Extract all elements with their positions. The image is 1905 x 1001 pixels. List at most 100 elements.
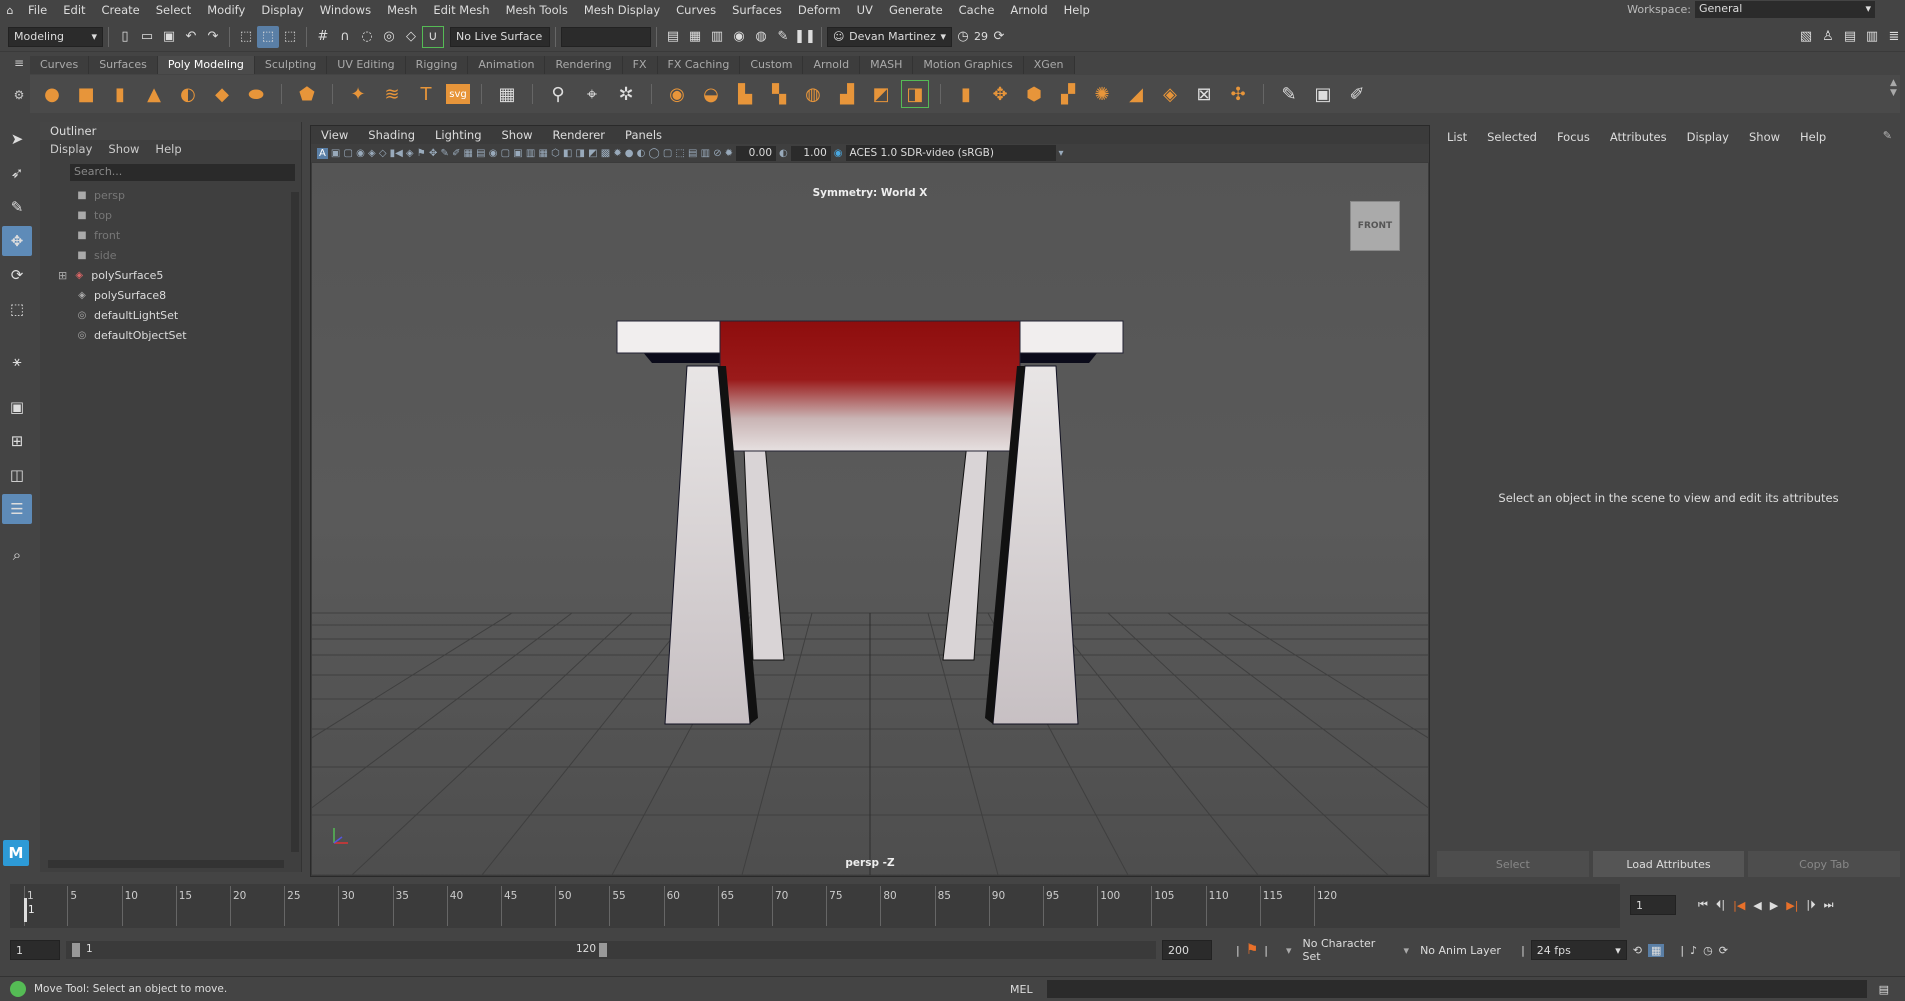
- shelf-tab-fx[interactable]: FX: [622, 56, 658, 74]
- chevron-down-icon[interactable]: ▾: [1059, 148, 1064, 159]
- view-cube[interactable]: FRONT: [1350, 201, 1400, 251]
- camera-attributes-icon[interactable]: ▣ ▢ ◉ ◈ ◇: [331, 148, 387, 159]
- menu-mesh-display[interactable]: Mesh Display: [576, 3, 668, 17]
- color-management-icon[interactable]: ◉: [834, 148, 843, 159]
- maya-home-icon[interactable]: ⌂: [0, 4, 20, 17]
- outliner-search-input[interactable]: Search...: [70, 164, 295, 181]
- menu-curves[interactable]: Curves: [668, 3, 724, 17]
- step-forward-icon[interactable]: |⏵: [1806, 898, 1815, 912]
- render-frame-icon[interactable]: ▦: [684, 26, 706, 48]
- lighting-icon[interactable]: ● ◐ ◯ ▢: [625, 148, 673, 159]
- undo-icon[interactable]: ↶: [180, 26, 202, 48]
- attribute-menu-show[interactable]: Show: [1749, 130, 1780, 144]
- poly-sphere-icon[interactable]: ●: [38, 80, 66, 108]
- outliner-item[interactable]: ■ persp: [40, 185, 301, 205]
- outliner-item[interactable]: ◈ polySurface8: [40, 285, 301, 305]
- combine-icon[interactable]: ▙: [731, 80, 759, 108]
- 3d-viewport[interactable]: Symmetry: World X FRONT persp -Z: [312, 163, 1428, 875]
- viewport-menu-lighting[interactable]: Lighting: [435, 128, 481, 142]
- last-tool-icon[interactable]: ⚹: [2, 346, 32, 376]
- outliner-item[interactable]: ■ top: [40, 205, 301, 225]
- mirror-geometry-icon[interactable]: ◨: [901, 80, 929, 108]
- select-hierarchy-icon[interactable]: ⬚: [235, 26, 257, 48]
- shelf-menu-handle[interactable]: ≡ ⚙: [8, 56, 30, 113]
- isolate-icon[interactable]: ⬚ ▤ ▥ ⊘: [675, 148, 721, 159]
- menu-file[interactable]: File: [20, 3, 55, 17]
- outliner-menu-show[interactable]: Show: [108, 142, 139, 156]
- menu-arnold[interactable]: Arnold: [1002, 3, 1055, 17]
- character-controls-icon[interactable]: ♙: [1817, 26, 1839, 48]
- separate-icon[interactable]: ▚: [765, 80, 793, 108]
- outliner-scrollbar[interactable]: [291, 192, 299, 852]
- menu-edit-mesh[interactable]: Edit Mesh: [425, 3, 497, 17]
- load-attributes-button[interactable]: Load Attributes: [1592, 851, 1745, 877]
- color-space-dropdown[interactable]: ACES 1.0 SDR-video (sRGB): [845, 145, 1056, 161]
- input-field[interactable]: [561, 26, 651, 47]
- sweep-mesh-icon[interactable]: ≋: [378, 80, 406, 108]
- shelf-tab-uv-editing[interactable]: UV Editing: [327, 56, 406, 74]
- smooth-icon[interactable]: ◉: [663, 80, 691, 108]
- menu-deform[interactable]: Deform: [790, 3, 849, 17]
- attribute-editor-toggle-icon[interactable]: ▤: [1839, 26, 1861, 48]
- command-input[interactable]: [1046, 980, 1867, 998]
- shelf-tab-fx-caching[interactable]: FX Caching: [657, 56, 741, 74]
- attribute-menu-display[interactable]: Display: [1687, 130, 1729, 144]
- step-forward-key-icon[interactable]: ▶|: [1786, 899, 1798, 912]
- fps-dropdown[interactable]: 24 fps ▾: [1530, 940, 1627, 960]
- gamma-field[interactable]: 1.00: [790, 145, 831, 161]
- attribute-menu-attributes[interactable]: Attributes: [1610, 130, 1667, 144]
- menu-edit[interactable]: Edit: [55, 3, 93, 17]
- shelf-scroll-arrows[interactable]: ▲ ▼: [1890, 78, 1897, 98]
- go-to-end-icon[interactable]: ⏭: [1824, 898, 1834, 912]
- select-tool-icon[interactable]: ➤: [2, 124, 32, 154]
- shelf-tab-arnold[interactable]: Arnold: [803, 56, 861, 74]
- paint-select-icon[interactable]: ✎: [2, 192, 32, 222]
- new-scene-icon[interactable]: ▯: [114, 26, 136, 48]
- clock-icon[interactable]: ◷: [952, 26, 974, 48]
- viewport-menu-shading[interactable]: Shading: [368, 128, 415, 142]
- bevel-edge-icon[interactable]: ▞: [1054, 80, 1082, 108]
- select-component-icon[interactable]: ⬚: [279, 26, 301, 48]
- auto-key-icon[interactable]: |: [1236, 944, 1240, 957]
- shelf-tab-sculpting[interactable]: Sculpting: [254, 56, 328, 74]
- poke-icon[interactable]: ✺: [1088, 80, 1116, 108]
- arnold-render-icon[interactable]: ✎: [772, 26, 794, 48]
- current-frame-field[interactable]: 1: [1630, 895, 1676, 915]
- reduce-icon[interactable]: ◒: [697, 80, 725, 108]
- cache-playback-icon[interactable]: ▦: [1648, 943, 1665, 957]
- mirror-icon[interactable]: ⚲: [544, 80, 572, 108]
- keyframe-icon[interactable]: ⚑: [1246, 942, 1259, 958]
- shelf-tab-xgen[interactable]: XGen: [1023, 56, 1075, 74]
- attribute-menu-list[interactable]: List: [1447, 130, 1467, 144]
- snap-together-icon[interactable]: ✲: [612, 80, 640, 108]
- play-forward-icon[interactable]: ▶: [1770, 899, 1778, 912]
- tool-settings-icon[interactable]: ▥: [1861, 26, 1883, 48]
- render-view-icon[interactable]: ▤: [662, 26, 684, 48]
- loop-icon[interactable]: ⟲: [1633, 944, 1642, 957]
- menu-create[interactable]: Create: [94, 3, 148, 17]
- wireframe-icon[interactable]: ⬡ ◧ ◨ ◩ ▩ ✹: [551, 148, 622, 159]
- script-language-label[interactable]: MEL: [1010, 983, 1033, 996]
- outliner-item[interactable]: ◎ defaultLightSet: [40, 305, 301, 325]
- shelf-tab-custom[interactable]: Custom: [740, 56, 804, 74]
- exposure-icon[interactable]: ✹: [725, 148, 733, 159]
- outliner-layout-icon[interactable]: ☰: [2, 494, 32, 524]
- open-scene-icon[interactable]: ▭: [136, 26, 158, 48]
- save-scene-icon[interactable]: ▣: [158, 26, 180, 48]
- shelf-tab-poly-modeling[interactable]: Poly Modeling: [157, 56, 255, 74]
- expand-icon[interactable]: ⊞: [58, 269, 67, 282]
- ipr-render-icon[interactable]: ▥: [706, 26, 728, 48]
- quad-draw-icon[interactable]: ✐: [1343, 80, 1371, 108]
- svg-icon[interactable]: svg: [446, 84, 470, 104]
- shelf-tab-rendering[interactable]: Rendering: [545, 56, 623, 74]
- shelf-tab-animation[interactable]: Animation: [468, 56, 546, 74]
- viewport-menu-renderer[interactable]: Renderer: [553, 128, 606, 142]
- pause-icon[interactable]: ❚❚: [794, 26, 816, 48]
- extrude-icon[interactable]: ▮: [952, 80, 980, 108]
- redo-icon[interactable]: ↷: [202, 26, 224, 48]
- scale-tool-icon[interactable]: ⬚: [2, 294, 32, 324]
- current-time-indicator[interactable]: [24, 898, 27, 922]
- snap-point-icon[interactable]: ◌: [356, 26, 378, 48]
- attribute-menu-focus[interactable]: Focus: [1557, 130, 1590, 144]
- menu-cache[interactable]: Cache: [951, 3, 1003, 17]
